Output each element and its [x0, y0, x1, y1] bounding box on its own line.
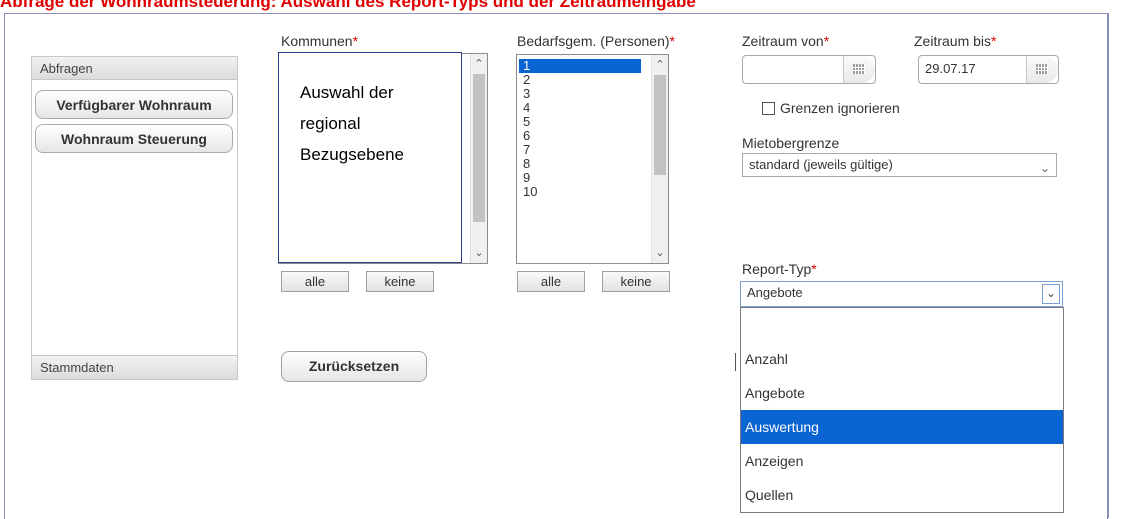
scroll-down-icon[interactable]: ⌄ — [652, 245, 668, 261]
zeitraum-bis-input[interactable]: 29.07.17 — [918, 55, 1059, 84]
required-marker: * — [669, 33, 675, 49]
kommunen-scrollbar[interactable]: ⌃ ⌄ — [470, 54, 487, 263]
scroll-thumb[interactable] — [473, 74, 485, 222]
list-item[interactable]: 5 — [519, 115, 641, 129]
scroll-up-icon[interactable]: ⌃ — [652, 57, 668, 73]
report-typ-value: Angebote — [747, 285, 803, 300]
calendar-icon — [1036, 64, 1048, 74]
dropdown-option-auswertung[interactable]: Auswertung — [741, 410, 1063, 444]
grenzen-label[interactable]: Grenzen ignorieren — [780, 100, 900, 116]
kommunen-none-button[interactable]: keine — [366, 271, 434, 292]
bedarf-scrollbar[interactable]: ⌃ ⌄ — [651, 55, 668, 263]
required-marker: * — [991, 33, 997, 49]
chevron-down-icon: ⌄ — [1039, 161, 1050, 175]
grenzen-checkbox[interactable] — [762, 102, 775, 115]
nav-header-abfragen[interactable]: Abfragen — [32, 57, 237, 80]
list-item[interactable]: 4 — [519, 101, 641, 115]
nav-item-wohnraum-steuerung[interactable]: Wohnraum Steuerung — [35, 124, 233, 153]
bedarf-none-button[interactable]: keine — [602, 271, 670, 292]
bedarf-label: Bedarfsgem. (Personen)* — [517, 33, 675, 49]
bedarf-all-button[interactable]: alle — [517, 271, 585, 292]
dropdown-option-anzeigen[interactable]: Anzeigen — [741, 444, 1063, 478]
bedarf-listbox[interactable]: 1 2 3 4 5 6 7 8 9 10 ⌃ ⌄ — [516, 54, 669, 264]
kommunen-label: Kommunen* — [281, 33, 359, 49]
scroll-up-icon[interactable]: ⌃ — [471, 56, 487, 72]
bedarf-items: 1 2 3 4 5 6 7 8 9 10 — [519, 59, 641, 199]
required-marker: * — [811, 261, 817, 277]
list-item[interactable]: 7 — [519, 143, 641, 157]
dropdown-option-empty[interactable] — [741, 308, 1063, 342]
chevron-down-icon[interactable]: ⌄ — [1042, 284, 1060, 304]
report-typ-dropdown[interactable]: Anzahl Angebote Auswertung Anzeigen Quel… — [740, 307, 1064, 513]
list-item[interactable]: 2 — [519, 73, 641, 87]
report-typ-select[interactable]: Angebote ⌄ — [740, 281, 1063, 307]
list-item[interactable]: 6 — [519, 129, 641, 143]
list-item[interactable]: 9 — [519, 171, 641, 185]
list-item[interactable]: 1 — [519, 59, 641, 73]
dropdown-option-angebote[interactable]: Angebote — [741, 376, 1063, 410]
list-item[interactable]: 8 — [519, 157, 641, 171]
mietobergrenze-select[interactable]: standard (jeweils gültige) ⌄ — [742, 153, 1057, 177]
kommunen-all-button[interactable]: alle — [281, 271, 349, 292]
nav-panel: Abfragen Verfügbarer Wohnraum Wohnraum S… — [31, 56, 238, 380]
report-typ-label: Report-Typ* — [742, 261, 817, 277]
scroll-down-icon[interactable]: ⌄ — [471, 245, 487, 261]
zeitraum-bis-label: Zeitraum bis* — [914, 33, 997, 49]
scroll-thumb[interactable] — [654, 75, 666, 175]
reset-button[interactable]: Zurücksetzen — [281, 351, 427, 382]
list-item[interactable]: 3 — [519, 87, 641, 101]
calendar-icon — [853, 64, 865, 74]
zeitraum-von-calendar-button[interactable] — [843, 56, 875, 83]
zeitraum-bis-calendar-button[interactable] — [1026, 56, 1058, 83]
required-marker: * — [823, 33, 830, 49]
required-marker: * — [352, 33, 359, 49]
dropdown-option-quellen[interactable]: Quellen — [741, 478, 1063, 512]
list-item[interactable]: 10 — [519, 185, 641, 199]
zeitraum-bis-value[interactable]: 29.07.17 — [925, 61, 976, 76]
kommunen-callout: Auswahl der regional Bezugsebene — [278, 52, 462, 263]
hidden-checkbox-edge — [735, 353, 736, 371]
zeitraum-von-label: Zeitraum von* — [742, 33, 830, 49]
zeitraum-von-input[interactable] — [742, 55, 876, 84]
page-banner: Abfrage der Wohnraumsteuerung: Auswahl d… — [0, 0, 696, 11]
nav-footer-stammdaten[interactable]: Stammdaten — [32, 355, 237, 379]
frame-right-border — [1108, 13, 1109, 518]
dropdown-option-anzahl[interactable]: Anzahl — [741, 342, 1063, 376]
nav-item-verfuegbarer-wohnraum[interactable]: Verfügbarer Wohnraum — [35, 90, 233, 119]
mietobergrenze-label: Mietobergrenze — [742, 135, 840, 151]
mietobergrenze-value: standard (jeweils gültige) — [749, 157, 893, 172]
